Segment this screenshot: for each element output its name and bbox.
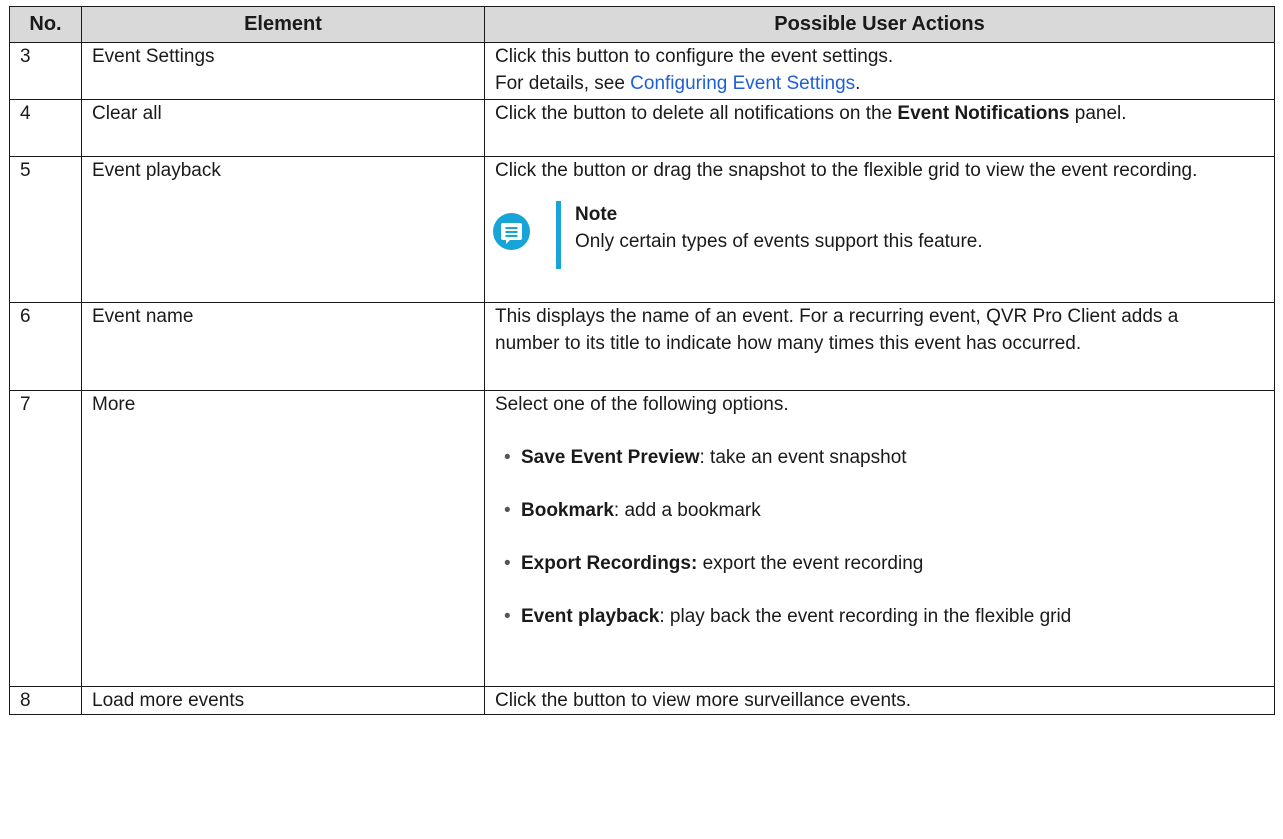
action-text: This displays the name of an event. For …: [495, 306, 1179, 354]
option-label: Bookmark: [521, 500, 614, 521]
table-row: 6 Event name This displays the name of a…: [9, 302, 1275, 391]
row-actions: Click this button to configure the event…: [484, 42, 1275, 100]
option-description: : take an event snapshot: [699, 447, 907, 468]
configuring-event-settings-link[interactable]: Configuring Event Settings: [630, 73, 855, 94]
actions-table: No. Element Possible User Actions 3 Even…: [9, 6, 1275, 715]
row-number: 8: [9, 686, 82, 715]
row-element: More: [81, 390, 485, 687]
action-text-start: Click the button to delete all notificat…: [495, 103, 898, 124]
action-text: Click the button to delete all notificat…: [495, 100, 1264, 127]
table-row: 4 Clear all Click the button to delete a…: [9, 99, 1275, 157]
options-list: Save Event Preview: take an event snapsh…: [495, 444, 1264, 630]
note-accent-bar: [556, 201, 561, 269]
header-element: Element: [81, 6, 485, 43]
option-description: : add a bookmark: [613, 500, 761, 521]
list-item: Export Recordings: export the event reco…: [495, 550, 1264, 577]
action-details: For details, see Configuring Event Setti…: [495, 70, 1264, 97]
row-actions: Select one of the following options. Sav…: [484, 390, 1275, 687]
table-row: 5 Event playback Click the button or dra…: [9, 156, 1275, 303]
option-description: : play back the event recording in the f…: [659, 606, 1072, 627]
list-item: Bookmark: add a bookmark: [495, 497, 1264, 524]
action-text: Click this button to configure the event…: [495, 46, 894, 67]
header-actions: Possible User Actions: [484, 6, 1275, 43]
details-prefix: For details, see: [495, 73, 631, 94]
event-notifications-label: Event Notifications: [897, 103, 1070, 124]
note-block: Note Only certain types of events suppor…: [493, 201, 1264, 269]
row-element: Event name: [81, 302, 485, 391]
option-label: Export Recordings:: [521, 553, 698, 574]
row-element: Event playback: [81, 156, 485, 303]
row-number: 5: [9, 156, 82, 303]
table-row: 3 Event Settings Click this button to co…: [9, 42, 1275, 100]
note-title: Note: [575, 204, 618, 225]
header-no: No.: [9, 6, 82, 43]
option-description: export the event recording: [697, 553, 924, 574]
list-item: Save Event Preview: take an event snapsh…: [495, 444, 1264, 471]
details-suffix: .: [855, 73, 861, 94]
row-element: Load more events: [81, 686, 485, 715]
table-row: 7 More Select one of the following optio…: [9, 390, 1275, 687]
action-text: Click the button or drag the snapshot to…: [495, 160, 1198, 181]
row-number: 6: [9, 302, 82, 391]
table-row: 8 Load more events Click the button to v…: [9, 686, 1275, 715]
action-text-end: panel.: [1069, 103, 1127, 124]
list-item: Event playback: play back the event reco…: [495, 603, 1264, 630]
action-text: Select one of the following options.: [495, 394, 789, 415]
option-label: Event playback: [521, 606, 660, 627]
row-element: Clear all: [81, 99, 485, 157]
row-element: Event Settings: [81, 42, 485, 100]
row-number: 4: [9, 99, 82, 157]
table-header-row: No. Element Possible User Actions: [9, 6, 1275, 43]
row-actions: Click the button or drag the snapshot to…: [484, 156, 1275, 303]
row-number: 7: [9, 390, 82, 687]
note-chat-icon: [493, 213, 530, 250]
row-actions: Click the button to view more surveillan…: [484, 686, 1275, 715]
option-label: Save Event Preview: [521, 447, 700, 468]
row-actions: This displays the name of an event. For …: [484, 302, 1275, 391]
note-text: Only certain types of events support thi…: [575, 231, 983, 252]
row-actions: Click the button to delete all notificat…: [484, 99, 1275, 157]
row-number: 3: [9, 42, 82, 100]
